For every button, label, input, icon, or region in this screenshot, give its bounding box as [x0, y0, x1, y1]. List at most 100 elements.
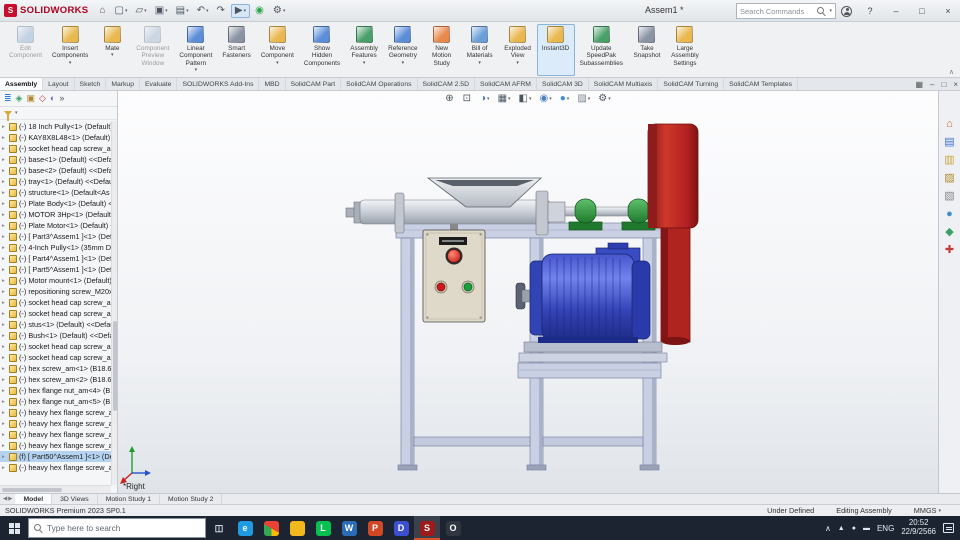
tree-item[interactable]: ▸ (-) [ Part3^Assem1 ]<1> (Defa...: [0, 231, 117, 242]
linear-pattern-button[interactable]: Linear Component Pattern ▾: [174, 24, 217, 76]
tree-item[interactable]: ▸ (-) tray<1> (Default) <<Defaul...: [0, 176, 117, 187]
expand-arrow-icon[interactable]: ▸: [2, 124, 9, 130]
model-tab[interactable]: 3D Views: [52, 494, 98, 504]
tab-nav-arrow-icon[interactable]: ◀: [3, 496, 7, 502]
tree-item[interactable]: ▸ (-) repositioning screw_M20x2...: [0, 286, 117, 297]
component-preview-button[interactable]: Component Preview Window: [131, 24, 174, 76]
expand-arrow-icon[interactable]: ▸: [2, 410, 9, 416]
model-tab[interactable]: Model: [15, 494, 53, 504]
ribbon-tab[interactable]: SolidCAM 3D: [537, 78, 589, 90]
appearances-icon[interactable]: ●: [946, 209, 953, 220]
chrome-icon[interactable]: [258, 516, 284, 540]
expand-arrow-icon[interactable]: ▸: [2, 168, 9, 174]
select-icon[interactable]: ▶ ▾: [230, 3, 251, 18]
tree-item[interactable]: ▸ (-) stus<1> (Default) <<Defaul...: [0, 319, 117, 330]
tree-horizontal-scrollbar[interactable]: [0, 485, 111, 493]
tab-nav-arrow-icon[interactable]: ▶: [8, 496, 12, 502]
tree-item[interactable]: ▸ (-) 18 Inch Pully<1> (Default) ...: [0, 121, 117, 132]
ribbon-tab[interactable]: Assembly: [0, 78, 44, 90]
expand-arrow-icon[interactable]: ▸: [2, 377, 9, 383]
ribbon-tab[interactable]: SolidCAM Templates: [724, 78, 799, 90]
tree-item[interactable]: ▸ (-) 4-Inch Pully<1> (35mm Dia...: [0, 242, 117, 253]
task-view-icon[interactable]: ◫: [206, 516, 232, 540]
zoom-fit-icon[interactable]: ⊕: [443, 93, 456, 105]
ribbon-tab[interactable]: SolidCAM 2.5D: [418, 78, 475, 90]
command-search[interactable]: Search Commands ▾: [736, 3, 836, 19]
move-component-button[interactable]: Move Component ▾: [256, 24, 299, 76]
expand-arrow-icon[interactable]: ▸: [2, 344, 9, 350]
obs-icon[interactable]: O: [440, 516, 466, 540]
scrollbar-thumb[interactable]: [112, 321, 117, 412]
expand-panel-tabs-icon[interactable]: »: [59, 94, 64, 103]
large-assembly-settings-button[interactable]: Large Assembly Settings: [666, 24, 704, 76]
expand-arrow-icon[interactable]: ▸: [2, 421, 9, 427]
configurationmanager-tab-icon[interactable]: ▣: [26, 94, 35, 103]
filter-icon[interactable]: [4, 110, 12, 121]
tree-item[interactable]: ▸ (-) socket head cap screw_am...: [0, 352, 117, 363]
discord-icon[interactable]: D: [388, 516, 414, 540]
tree-item[interactable]: ▸ (-) Motor mount<1> (Default)...: [0, 275, 117, 286]
tray-icon[interactable]: ●: [852, 525, 856, 532]
reference-geometry-button[interactable]: Reference Geometry ▾: [383, 24, 423, 76]
ribbon-tab[interactable]: SolidCAM Part: [286, 78, 342, 90]
insert-components-button[interactable]: Insert Components ▾: [47, 24, 93, 76]
ribbon-tab[interactable]: MBD: [259, 78, 286, 90]
chevron-down-icon[interactable]: ▾: [829, 8, 832, 14]
tree-item[interactable]: ▸ (-) Plate Motor<1> (Default) <...: [0, 220, 117, 231]
model-tab[interactable]: Motion Study 1: [98, 494, 161, 504]
tray-expand-icon[interactable]: ∧: [825, 524, 831, 533]
file-explorer-icon[interactable]: [284, 516, 310, 540]
tree-item[interactable]: ▸ (-) heavy hex flange screw_am...: [0, 418, 117, 429]
taskbar-clock[interactable]: 20:52 22/9/2566: [901, 518, 936, 537]
tree-item[interactable]: ▸ (-) heavy hex flange screw_am...: [0, 462, 117, 473]
expand-arrow-icon[interactable]: ▸: [2, 245, 9, 251]
graphics-viewport[interactable]: ⊕ ⊡ ◑ ▾ ▦ ▾ ◧ ▾ ◉ ▾ ● ▾ ▨ ▾ ⚙ ▾ *Right: [118, 91, 938, 493]
language-indicator[interactable]: ENG: [877, 524, 894, 533]
file-explorer-pane-icon[interactable]: ▨: [944, 173, 954, 184]
status-item[interactable]: Editing Assembly: [836, 506, 894, 515]
tree-item[interactable]: ▸ (-) heavy hex flange screw_am...: [0, 440, 117, 451]
forum-icon[interactable]: ✚: [945, 245, 954, 256]
minimize-doc-icon[interactable]: –: [930, 80, 934, 89]
model-tab[interactable]: Motion Study 2: [160, 494, 223, 504]
edit-component-button[interactable]: Edit Component: [4, 24, 47, 76]
expand-arrow-icon[interactable]: ▸: [2, 388, 9, 394]
tree-item[interactable]: ▸ (-) [ Part5^Assem1 ]<1> (Defa...: [0, 264, 117, 275]
expand-arrow-icon[interactable]: ▸: [2, 443, 9, 449]
close-doc-icon[interactable]: ×: [953, 80, 958, 89]
edge-icon[interactable]: e: [232, 516, 258, 540]
rebuild-icon[interactable]: ◉: [252, 5, 268, 17]
expand-arrow-icon[interactable]: ▸: [2, 333, 9, 339]
tree-item[interactable]: ▸ (-) socket head cap screw_am...: [0, 297, 117, 308]
displaymanager-tab-icon[interactable]: ◐: [50, 94, 55, 103]
assembly-features-button[interactable]: Assembly Features ▾: [345, 24, 383, 76]
section-view-icon[interactable]: ◑ ▾: [478, 93, 492, 105]
tree-item[interactable]: ▸ (-) socket head cap screw_am...: [0, 308, 117, 319]
tree-item[interactable]: ▸ (-) hex flange nut_am<5> (B18...: [0, 396, 117, 407]
tree-item[interactable]: ▸ (-) structure<1> (Default<As M...: [0, 187, 117, 198]
dimxpertmanager-tab-icon[interactable]: ◇: [39, 94, 46, 103]
save-icon[interactable]: ▣ ▾: [152, 5, 171, 17]
tree-vertical-scrollbar[interactable]: [111, 121, 117, 485]
expand-arrow-icon[interactable]: ▸: [2, 135, 9, 141]
ribbon-tab[interactable]: SolidCAM Multiaxis: [589, 78, 659, 90]
expand-arrow-icon[interactable]: ▸: [2, 256, 9, 262]
hide-show-items-icon[interactable]: ◉ ▾: [538, 93, 554, 105]
expand-arrow-icon[interactable]: ▸: [2, 278, 9, 284]
design-library-icon[interactable]: ▥: [944, 155, 954, 166]
expand-arrow-icon[interactable]: ▸: [2, 355, 9, 361]
expand-arrow-icon[interactable]: ▸: [2, 146, 9, 152]
tree-item[interactable]: ▸ (-) KAY8X8L48<1> (Default) <...: [0, 132, 117, 143]
tree-item[interactable]: ▸ (-) Bush<1> (Default) <<Defau...: [0, 330, 117, 341]
status-item[interactable]: MMGS ▾: [914, 506, 941, 515]
bill-of-materials-button[interactable]: Bill of Materials ▾: [461, 24, 499, 76]
expand-arrow-icon[interactable]: ▸: [2, 212, 9, 218]
ribbon-tab[interactable]: SolidCAM Operations: [341, 78, 418, 90]
expand-arrow-icon[interactable]: ▸: [2, 432, 9, 438]
start-button[interactable]: [0, 516, 28, 540]
ribbon-tab[interactable]: SOLIDWORKS Add-Ins: [177, 78, 260, 90]
print-icon[interactable]: ▤ ▾: [173, 5, 192, 17]
expand-arrow-icon[interactable]: ▸: [2, 234, 9, 240]
solidworks-resources-icon[interactable]: ▤: [944, 137, 954, 148]
home-icon[interactable]: ⌂: [96, 5, 109, 17]
